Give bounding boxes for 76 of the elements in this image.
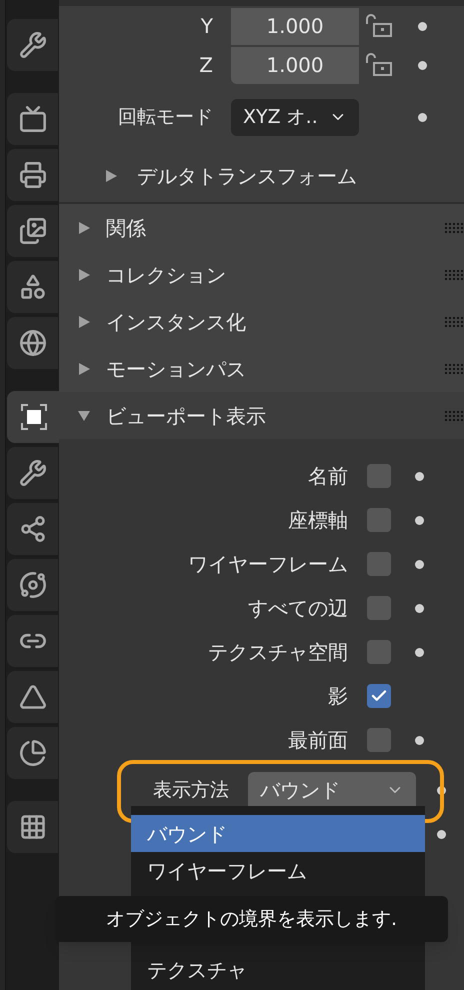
- panel-title[interactable]: インスタンス化: [106, 306, 429, 336]
- field-label: 回転モード: [117, 104, 214, 130]
- panel-header[interactable]: 関係: [59, 204, 464, 251]
- collapsed-triangle-icon[interactable]: [105, 170, 117, 182]
- menu-item[interactable]: バウンド: [131, 815, 425, 852]
- grip-icon[interactable]: [445, 364, 464, 374]
- expanded-triangle-icon[interactable]: [78, 410, 90, 422]
- orbit-icon: [18, 571, 46, 599]
- checkbox[interactable]: [367, 464, 391, 488]
- checkbox-label: テクスチャ空間: [207, 639, 349, 666]
- number-field[interactable]: 1.000: [231, 46, 359, 84]
- checkbox[interactable]: [367, 552, 391, 576]
- property-tab[interactable]: [7, 727, 58, 779]
- checkbox[interactable]: [367, 508, 391, 532]
- nodes-icon: [18, 515, 46, 543]
- checkbox-label: ワイヤーフレーム: [187, 551, 349, 578]
- property-tab[interactable]: [7, 261, 58, 313]
- checkbox[interactable]: [367, 596, 391, 620]
- property-tab[interactable]: [7, 801, 58, 853]
- panel-header[interactable]: モーションパス: [59, 345, 464, 392]
- property-tab[interactable]: [7, 93, 58, 145]
- shapes-icon: [18, 273, 46, 301]
- globe-icon: [18, 329, 46, 357]
- grip-icon[interactable]: [445, 410, 464, 420]
- wrench-icon: [18, 459, 46, 487]
- open-lock-icon[interactable]: [365, 51, 393, 79]
- panel-title[interactable]: 関係: [106, 212, 429, 242]
- checkbox-label: すべての辺: [247, 595, 349, 622]
- checkbox[interactable]: [367, 640, 391, 664]
- collapsed-triangle-icon[interactable]: [78, 268, 90, 280]
- grip-icon[interactable]: [445, 316, 464, 326]
- panel-title[interactable]: ビューポート表示: [106, 400, 429, 430]
- checker-icon: [18, 813, 46, 841]
- panel-header[interactable]: コレクション: [59, 251, 464, 298]
- property-tab[interactable]: [7, 503, 58, 555]
- subpanel-title[interactable]: デルタトランスフォーム: [137, 161, 357, 191]
- property-tab[interactable]: [7, 205, 58, 257]
- tv-icon: [18, 105, 46, 133]
- grip-icon[interactable]: [445, 270, 464, 280]
- number-field[interactable]: 1.000: [231, 8, 359, 44]
- checkbox-label: 座標軸: [287, 507, 349, 534]
- axis-label: Y: [200, 13, 214, 40]
- collapsed-triangle-icon[interactable]: [78, 316, 90, 328]
- grip-icon[interactable]: [445, 222, 464, 232]
- dropdown[interactable]: バウンド: [248, 772, 416, 808]
- checkbox[interactable]: [367, 684, 391, 708]
- dropdown[interactable]: XYZ オ..: [231, 98, 359, 136]
- collapsed-triangle-icon[interactable]: [78, 362, 90, 374]
- property-tab[interactable]: [7, 447, 58, 499]
- menu-item[interactable]: ワイヤーフレーム: [131, 852, 425, 889]
- tooltip: オブジェクトの境界を表示します.: [55, 896, 448, 942]
- property-tab[interactable]: [7, 615, 58, 667]
- open-lock-icon[interactable]: [365, 12, 393, 40]
- field-label: 表示方法: [152, 778, 230, 803]
- pie-icon: [18, 739, 46, 767]
- checkbox-label: 名前: [307, 463, 349, 490]
- triangle-icon: [18, 683, 46, 711]
- property-tab[interactable]: [7, 559, 58, 611]
- panel-title[interactable]: モーションパス: [106, 354, 429, 384]
- collapsed-triangle-icon[interactable]: [78, 222, 90, 234]
- printer-icon: [18, 161, 46, 189]
- panel-header[interactable]: インスタンス化: [59, 298, 464, 345]
- menu-item[interactable]: テクスチャ: [131, 951, 425, 988]
- wrench-icon: [18, 31, 46, 59]
- property-tab[interactable]: [7, 149, 58, 201]
- property-tab[interactable]: [7, 391, 60, 443]
- panel-title[interactable]: コレクション: [106, 260, 429, 290]
- images-icon: [18, 217, 46, 245]
- property-tab[interactable]: [7, 317, 58, 369]
- checkbox-label: 影: [327, 683, 349, 710]
- checkbox-label: 最前面: [287, 727, 349, 754]
- square-icon: [20, 403, 48, 431]
- axis-label: Z: [198, 52, 214, 79]
- checkbox[interactable]: [367, 728, 391, 752]
- property-tab[interactable]: [7, 19, 58, 71]
- property-tab[interactable]: [7, 671, 58, 723]
